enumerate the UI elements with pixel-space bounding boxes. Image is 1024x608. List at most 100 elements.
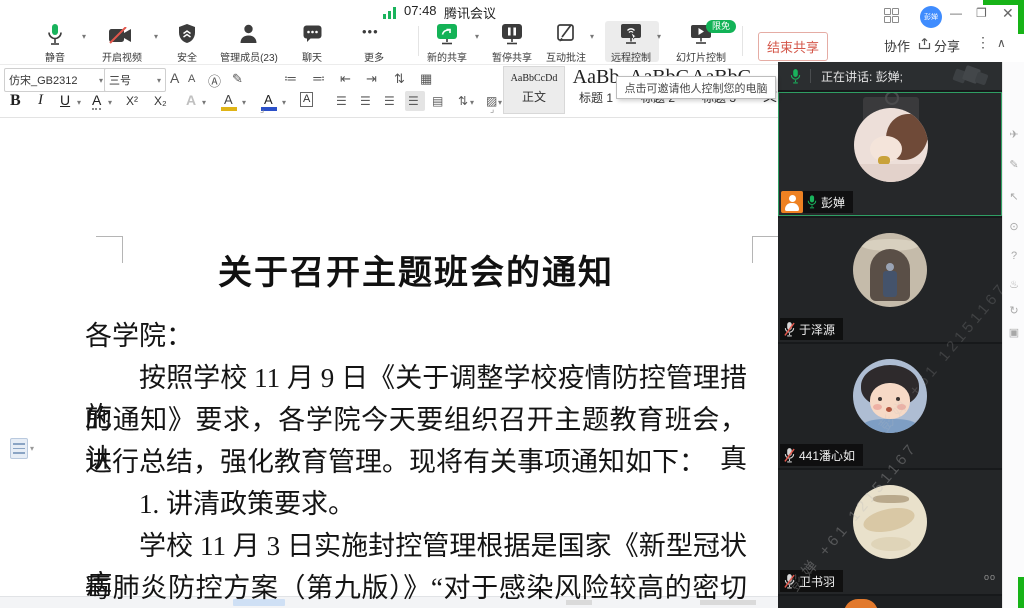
share-button[interactable]: 分享 [934,36,960,55]
annotate-button[interactable]: 互动批注 [540,49,592,64]
char-border-button[interactable]: A [300,92,314,107]
security-button[interactable]: 安全 [167,49,207,64]
new-share-button[interactable]: 新的共享 [421,49,473,64]
chevron-down-icon[interactable]: ▾ [202,98,206,107]
document-page[interactable]: 关于召开主题班会的通知 各学院： 按照学校 11 月 9 日《关于调整学校疫情防… [0,117,779,603]
microphone-icon [790,68,801,83]
chevron-down-icon[interactable]: ▾ [475,32,479,41]
remote-control-button[interactable]: 远程控制 [605,49,657,64]
participant-tile[interactable]: 卫书羽 oo [778,470,1002,594]
hidden-marks-icon[interactable]: ▦ [420,71,432,87]
restore-button[interactable]: ❐ [976,6,987,20]
speaking-label: 正在讲话: 彭婵; [821,69,904,84]
font-size-value: 三号 [109,75,131,87]
italic-button[interactable]: I [38,92,43,109]
sidebar-card-icon[interactable]: ▣ [1003,326,1024,339]
participant-avatar [854,108,928,182]
chevron-down-icon[interactable]: ▾ [470,98,474,107]
chevron-down-icon[interactable]: ▾ [498,98,502,107]
distribute-button[interactable]: ▤ [432,94,443,108]
chevron-down-icon[interactable]: ▾ [657,32,661,41]
end-share-button[interactable]: 结束共享 [758,32,828,61]
chevron-down-icon[interactable]: ▾ [282,98,286,107]
mute-button[interactable]: 静音 [35,49,75,64]
format-painter-icon[interactable]: ✎ [232,71,243,87]
participant-tile[interactable]: 441潘心如 [778,344,1002,468]
participant-nametag: 彭婵 [803,191,854,213]
align-justify-button[interactable]: ☰ [408,94,419,108]
participant-avatar [844,599,878,608]
avatar[interactable]: 彭婵 [920,6,942,28]
wps-right-sidebar: ✈ ✎ ↖ ⊙ ? ♨ ↻ ▣ [1002,62,1024,608]
font-name-select[interactable]: 仿宋_GB2312 ▾ [4,68,108,92]
font-color-button[interactable]: A [264,92,273,107]
chevron-down-icon[interactable]: ▾ [154,32,158,41]
underline-button[interactable]: U [60,92,70,108]
host-badge [781,191,803,213]
sidebar-ink-icon[interactable]: ♨ [1003,278,1024,291]
sidebar-refresh-icon[interactable]: ↻ [1003,304,1024,317]
start-video-button[interactable]: 开启视频 [92,49,152,64]
sidebar-slider-icon[interactable]: ⊙ [1003,220,1024,233]
participant-tile[interactable] [778,596,1002,608]
collapse-toolbar-icon[interactable]: ∧ [997,36,1006,50]
app-grid-icon[interactable] [884,8,900,24]
microphone-muted-icon [784,447,795,462]
align-center-button[interactable]: ☰ [360,94,371,108]
line-spacing-button[interactable]: ⇅ [458,94,468,108]
participant-tile[interactable]: 于泽源 [778,218,1002,342]
highlight-button[interactable]: A [224,92,233,107]
paste-options-icon[interactable] [10,438,28,459]
bold-button[interactable]: B [10,92,21,110]
style-normal[interactable]: AaBbCcDd 正文 [503,66,565,114]
sidebar-help-icon[interactable]: ? [1003,250,1024,262]
subscript-button[interactable]: X₂ [154,94,167,108]
char-style-icon[interactable]: Ⓐ [208,71,221,90]
align-right-button[interactable]: ☰ [384,94,395,108]
font-name-value: 仿宋_GB2312 [9,75,78,87]
sidebar-cursor-icon[interactable]: ↖ [1003,190,1024,203]
document-line: 毒肺炎防控方案（第九版）》“对于感染风险较高的密切接 [85,573,747,603]
chevron-down-icon[interactable]: ▾ [242,98,246,107]
participant-tile[interactable]: 彭婵 [778,92,1002,216]
more-button[interactable]: 更多 [354,49,394,64]
annotate-icon [557,24,574,42]
chevron-down-icon[interactable]: ▾ [82,32,86,41]
close-button[interactable]: ✕ [1002,5,1014,22]
minimize-button[interactable]: — [950,6,962,20]
char-accent-button[interactable]: A [92,92,102,110]
chevron-down-icon[interactable]: ▾ [77,98,81,107]
text-effects-button[interactable]: A [186,92,196,108]
collaborate-button[interactable]: 协作 [884,36,910,55]
slide-control-button[interactable]: 幻灯片控制 [670,49,732,64]
chevron-down-icon[interactable]: ▾ [108,98,112,107]
chat-button[interactable]: 聊天 [292,49,332,64]
share-icon [918,38,931,50]
sort-icon[interactable]: ⇅ [394,71,405,87]
font-size-select[interactable]: 三号 ▾ [104,68,166,92]
document-line: 进行总结，强化教育管理。现将有关事项通知如下： [85,447,706,477]
chevron-down-icon[interactable]: ▾ [30,444,34,453]
align-left-button[interactable]: ☰ [336,94,347,108]
pause-share-button[interactable]: 暂停共享 [486,49,538,64]
dialog-launcher-icon[interactable]: ⌟ [490,104,494,115]
indent-icon[interactable]: ⇥ [366,71,377,87]
page-cropmark-topright [752,236,779,263]
share-border-right-top [1018,0,1024,34]
manage-members-button[interactable]: 管理成员(23) [210,49,288,64]
kebab-menu-icon[interactable]: ⋮ [976,34,990,51]
outdent-icon[interactable]: ⇤ [340,71,351,87]
sidebar-rocket-icon[interactable]: ✈ [1003,128,1024,141]
number-list-icon[interactable]: ≕ [312,71,325,87]
superscript-button[interactable]: X² [126,94,138,108]
speaking-header: 正在讲话: 彭婵; [778,62,1002,90]
dialog-launcher-icon[interactable]: ⌟ [260,104,264,115]
participants-panel: 正在讲话: 彭婵; 彭婵 于泽源 441潘心如 卫书羽 oo 彭婵 +61 12… [778,62,1002,608]
shrink-font-icon[interactable]: A [188,73,195,85]
highlight-color-bar [221,107,237,111]
bullet-list-icon[interactable]: ≔ [284,71,297,87]
grow-font-icon[interactable]: A [170,70,179,86]
chevron-down-icon[interactable]: ▾ [590,32,594,41]
sidebar-pen-icon[interactable]: ✎ [1003,158,1024,171]
members-icon [240,24,257,43]
